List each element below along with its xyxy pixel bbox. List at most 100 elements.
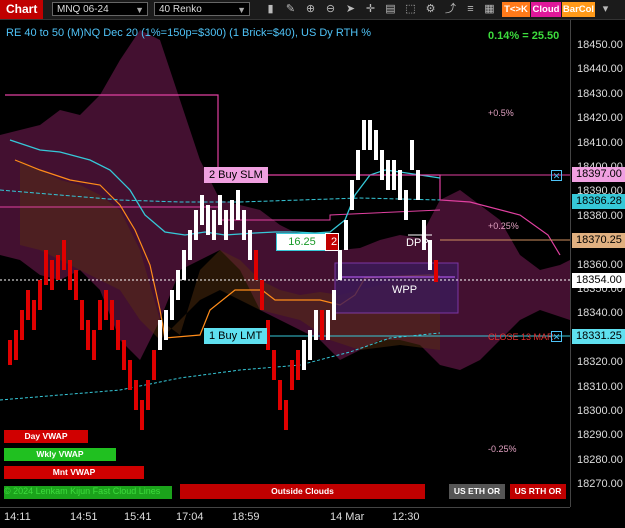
renko-up-brick (212, 210, 216, 240)
renko-down-brick (260, 280, 264, 310)
renko-down-brick (140, 400, 144, 430)
renko-down-brick (296, 350, 300, 380)
renko-up-brick (224, 210, 228, 240)
drawing-icon[interactable]: ⬚ (403, 2, 418, 17)
renko-up-brick (176, 270, 180, 300)
close-label: CLOSE 13 MAR (488, 332, 554, 342)
order-price-box[interactable]: 16.25 (276, 233, 328, 251)
pointer-icon[interactable]: ➤ (343, 2, 358, 17)
properties-icon[interactable]: ▤ (383, 2, 398, 17)
renko-down-brick (14, 330, 18, 360)
renko-down-brick (122, 340, 126, 370)
time-tick-label: 17:04 (176, 511, 204, 523)
strategy-icon[interactable]: ⚙ (423, 2, 438, 17)
dpp-price-flag: 18370.25 (572, 233, 625, 248)
us-eth-or-button[interactable]: US ETH OR (449, 484, 505, 499)
renko-up-brick (218, 195, 222, 225)
renko-up-brick (308, 330, 312, 360)
buy-slm-order[interactable]: 2 Buy SLM (204, 167, 268, 183)
renko-up-brick (242, 210, 246, 240)
renko-up-brick (392, 160, 396, 190)
pct-change: 0.14% = 25.50 (488, 30, 560, 42)
mnt-vwap-button[interactable]: Mnt VWAP (4, 466, 144, 479)
price-tick-label: 18310.00 (577, 380, 623, 393)
barcol-button[interactable]: BarCol (562, 2, 595, 17)
zoom-out-icon[interactable]: ⊖ (323, 2, 338, 17)
renko-down-brick (134, 380, 138, 410)
time-tick-label: 14:11 (4, 511, 31, 523)
renko-up-brick (332, 290, 336, 320)
cyan-level-flag: 18386.28 (572, 194, 625, 209)
chevron-down-icon: ▼ (135, 5, 144, 15)
renko-down-brick (104, 290, 108, 320)
period-selector[interactable]: 40 Renko ▼ (154, 2, 250, 16)
renko-down-brick (44, 250, 48, 285)
renko-up-brick (362, 120, 366, 150)
renko-up-brick (206, 205, 210, 235)
price-axis[interactable]: 18450.00 18440.00 18430.00 18420.00 18410.00… (570, 20, 625, 507)
renko-down-brick (92, 330, 96, 360)
time-tick-label: 14:51 (70, 511, 98, 523)
renko-up-brick (182, 250, 186, 280)
price-tick-label: 18320.00 (577, 356, 623, 369)
renko-down-brick (152, 350, 156, 380)
renko-up-brick (194, 210, 198, 240)
share-icon[interactable]: ⤴ (443, 2, 458, 17)
bar-chart-icon[interactable]: ▮ (263, 2, 278, 17)
wkly-vwap-button[interactable]: Wkly VWAP (4, 448, 116, 461)
renko-up-brick (170, 290, 174, 320)
price-tick-label: 18440.00 (577, 63, 623, 76)
price-tick-label: 18430.00 (577, 87, 623, 100)
renko-down-brick (110, 300, 114, 330)
period-label: 40 Renko (159, 4, 202, 15)
renko-down-brick (278, 380, 282, 410)
close-order-icon[interactable]: ✕ (551, 331, 562, 342)
indicators-icon[interactable]: ≡ (463, 2, 478, 17)
crosshair-icon[interactable]: ✛ (363, 2, 378, 17)
plus-half-label: +0.5% (488, 108, 514, 118)
outside-clouds-button[interactable]: Outside Clouds (180, 484, 425, 499)
template-icon[interactable]: ▦ (482, 2, 497, 17)
renko-up-brick (410, 140, 414, 170)
renko-down-brick (56, 255, 60, 280)
cloud-button[interactable]: Cloud (531, 2, 561, 17)
price-tick-label: 18410.00 (577, 136, 623, 149)
instrument-selector[interactable]: MNQ 06-24 ▼ (52, 2, 148, 16)
close-order-icon[interactable]: ✕ (551, 170, 562, 181)
price-tick-label: 18450.00 (577, 39, 623, 51)
zoom-in-icon[interactable]: ⊕ (303, 2, 318, 17)
tk-button[interactable]: T<>K (502, 2, 530, 17)
renko-up-brick (230, 200, 234, 230)
renko-down-brick (38, 280, 42, 310)
renko-down-brick (50, 260, 54, 290)
renko-down-brick (32, 300, 36, 330)
renko-up-brick (338, 250, 342, 280)
renko-down-brick (8, 340, 12, 365)
day-vwap-button[interactable]: Day VWAP (4, 430, 88, 443)
price-tick-label: 18280.00 (577, 453, 623, 466)
renko-down-brick (98, 300, 102, 330)
price-tick-label: 18380.00 (577, 209, 623, 222)
renko-down-brick (146, 380, 150, 410)
renko-down-brick (254, 250, 258, 280)
renko-up-brick (374, 130, 378, 160)
renko-down-brick (128, 360, 132, 390)
renko-up-brick (386, 160, 390, 190)
renko-up-brick (368, 120, 372, 150)
time-tick-label: 14 Mar (330, 511, 365, 523)
instrument-label: MNQ 06-24 (57, 4, 109, 15)
renko-up-brick (236, 190, 240, 220)
renko-down-brick (434, 260, 438, 282)
copyright: © 2024 Lenkam Kijun Fast Cloud Lines (4, 486, 161, 496)
renko-up-brick (302, 340, 306, 370)
us-rth-or-button[interactable]: US RTH OR (510, 484, 566, 499)
renko-down-brick (116, 320, 120, 350)
pencil-icon[interactable]: ✎ (283, 2, 298, 17)
buy-lmt-order[interactable]: 1 Buy LMT (204, 328, 268, 344)
time-axis[interactable]: 14:11 14:51 15:41 17:04 18:59 14 Mar 12:30 (0, 507, 570, 528)
chart-tab[interactable]: Chart (0, 0, 44, 19)
price-tick-label: 18300.00 (577, 405, 623, 417)
order-qty-box[interactable]: 2 (325, 233, 339, 251)
buy-lmt-price-flag: 18331.25 (572, 329, 625, 344)
more-icon[interactable]: ▾ (598, 2, 613, 17)
